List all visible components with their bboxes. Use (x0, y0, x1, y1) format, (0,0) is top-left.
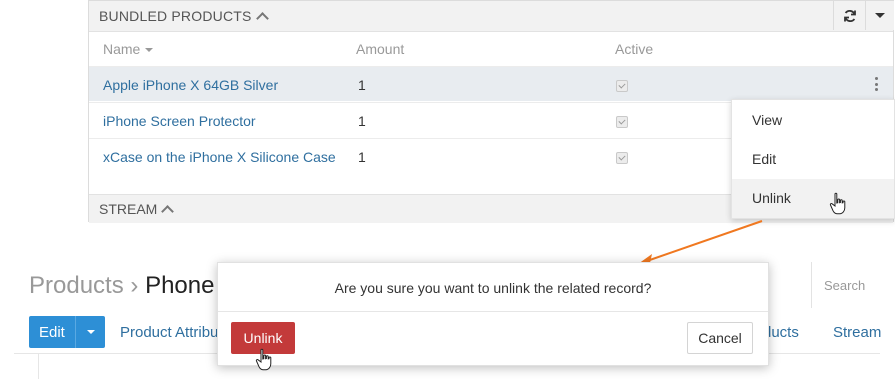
product-name-link[interactable]: iPhone Screen Protector (103, 113, 256, 129)
row-actions-kebab-icon[interactable] (875, 77, 879, 91)
amount-cell: 1 (358, 77, 366, 93)
caret-down-icon (875, 13, 885, 18)
divider (38, 354, 39, 379)
active-checkbox (616, 116, 628, 128)
unlink-confirm-dialog: Are you sure you want to unlink the rela… (217, 262, 769, 366)
column-header-name-label: Name (103, 41, 141, 57)
panel-menu-button[interactable] (865, 1, 894, 30)
chevron-up-icon (161, 205, 175, 218)
stream-panel-title-text: STREAM (99, 201, 158, 217)
panel-title[interactable]: BUNDLED PRODUCTS (99, 8, 269, 25)
hand-cursor-icon (255, 348, 272, 371)
chevron-up-icon (255, 12, 269, 25)
amount-cell: 1 (358, 113, 366, 129)
active-checkbox (616, 80, 628, 92)
row-actions-menu: View Edit Unlink (731, 99, 895, 219)
hand-cursor-icon (829, 192, 846, 215)
cancel-button[interactable]: Cancel (687, 322, 753, 354)
menu-item-edit[interactable]: Edit (732, 140, 894, 179)
table-row: Apple iPhone X 64GB Silver 1 (89, 66, 893, 101)
search-placeholder: Search (824, 278, 866, 293)
breadcrumb-separator: › (130, 272, 139, 299)
amount-cell: 1 (358, 149, 366, 165)
breadcrumb-current: Phone (145, 272, 215, 299)
breadcrumb: Products › Phone (29, 272, 214, 300)
edit-button[interactable]: Edit (29, 316, 105, 348)
edit-button-label: Edit (39, 324, 65, 341)
column-header-name[interactable]: Name (103, 41, 154, 57)
refresh-button[interactable] (833, 1, 866, 30)
stream-panel-title[interactable]: STREAM (99, 201, 175, 218)
tab-stream[interactable]: Stream (833, 324, 881, 341)
search-field[interactable]: Search (811, 262, 895, 308)
edit-dropdown-toggle[interactable] (75, 316, 106, 348)
column-header-amount: Amount (356, 41, 405, 57)
panel-header: BUNDLED PRODUCTS (89, 1, 894, 32)
dialog-message: Are you sure you want to unlink the rela… (334, 280, 652, 296)
menu-item-view[interactable]: View (732, 101, 894, 140)
product-name-link[interactable]: Apple iPhone X 64GB Silver (103, 77, 278, 93)
caret-down-icon (87, 330, 95, 334)
product-name-link[interactable]: xCase on the iPhone X Silicone Case (103, 149, 336, 165)
divider (218, 311, 768, 312)
breadcrumb-parent-link[interactable]: Products (29, 272, 124, 299)
active-checkbox (616, 152, 628, 164)
tab-product-attributes[interactable]: Product Attribu (120, 324, 218, 341)
column-header-active: Active (615, 41, 654, 57)
panel-title-text: BUNDLED PRODUCTS (99, 8, 252, 24)
refresh-icon (844, 9, 856, 22)
menu-item-unlink[interactable]: Unlink (732, 179, 894, 218)
sort-caret-icon (145, 48, 154, 52)
